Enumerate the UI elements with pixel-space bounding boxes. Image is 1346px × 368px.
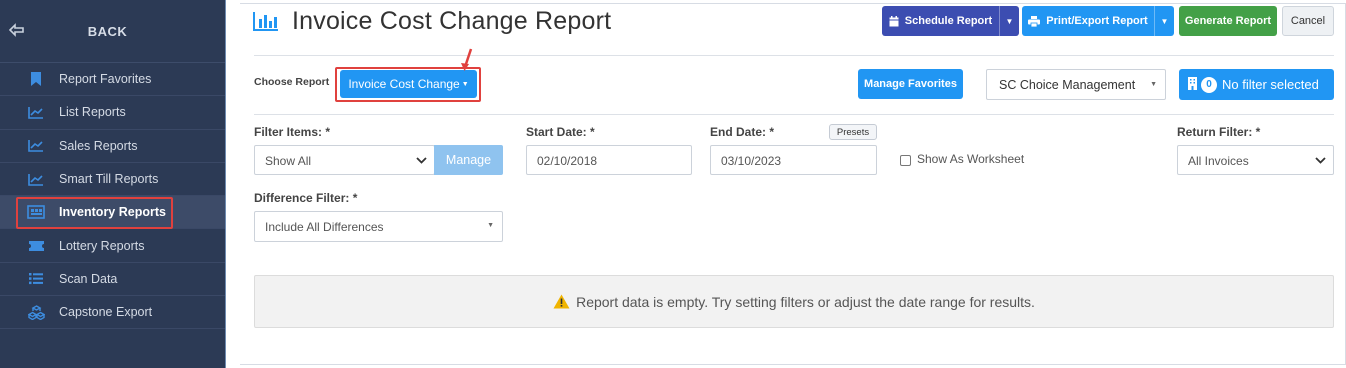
line-chart-icon xyxy=(24,139,48,153)
return-filter-value: All Invoices xyxy=(1188,154,1249,168)
sidebar-item-lottery-reports[interactable]: Lottery Reports xyxy=(0,229,225,263)
calendar-icon xyxy=(889,15,899,27)
sidebar-item-capstone-export[interactable]: Capstone Export xyxy=(0,296,225,330)
cancel-button[interactable]: Cancel xyxy=(1282,6,1334,36)
cubes-icon xyxy=(24,304,48,320)
sidebar-item-label: Lottery Reports xyxy=(59,238,145,253)
filter-items-value: Show All xyxy=(265,154,312,168)
end-date-input[interactable]: 03/10/2023 xyxy=(710,145,877,175)
difference-filter-select[interactable]: Include All Differences ▼ xyxy=(254,211,503,242)
return-filter-label: Return Filter: * xyxy=(1177,125,1261,139)
sidebar-item-label: Capstone Export xyxy=(59,305,153,320)
start-date-label: Start Date: * xyxy=(526,125,595,139)
return-filter-select[interactable]: All Invoices xyxy=(1177,145,1334,175)
divider xyxy=(254,55,1334,56)
start-date-input[interactable]: 02/10/2018 xyxy=(526,145,692,175)
filter-items-label: Filter Items: * xyxy=(254,125,331,139)
back-arrow-icon xyxy=(0,21,30,42)
sidebar-item-label: Sales Reports xyxy=(59,138,138,153)
page-title: Invoice Cost Change Report xyxy=(292,7,612,35)
filter-status-text: No filter selected xyxy=(1222,77,1319,92)
divider xyxy=(254,114,1334,115)
printer-icon xyxy=(1028,15,1041,27)
difference-filter-value: Include All Differences xyxy=(265,220,384,234)
highlight-box xyxy=(16,197,173,230)
presets-button[interactable]: Presets xyxy=(829,124,877,140)
chevron-down-icon xyxy=(416,154,427,169)
generate-report-button[interactable]: Generate Report xyxy=(1179,6,1277,36)
chevron-down-icon[interactable]: ▼ xyxy=(999,6,1019,36)
sidebar-item-label: Smart Till Reports xyxy=(59,172,159,187)
store-filter-button[interactable]: 0 No filter selected xyxy=(1179,69,1334,100)
manage-favorites-button[interactable]: Manage Favorites xyxy=(858,69,963,99)
sidebar-item-inventory-reports[interactable]: Inventory Reports xyxy=(0,196,225,230)
print-export-button[interactable]: Print/Export Report ▼ xyxy=(1022,6,1174,36)
sidebar-item-scan-data[interactable]: Scan Data xyxy=(0,263,225,297)
line-chart-icon xyxy=(24,173,48,186)
sidebar-item-list-reports[interactable]: List Reports xyxy=(0,96,225,130)
back-label: BACK xyxy=(87,23,128,39)
ticket-icon xyxy=(24,240,48,252)
show-as-worksheet-checkbox[interactable] xyxy=(900,155,911,166)
empty-report-message: Report data is empty. Try setting filter… xyxy=(576,293,1035,310)
difference-filter-label: Difference Filter: * xyxy=(254,191,358,205)
warning-icon xyxy=(553,294,570,309)
bookmark-icon xyxy=(24,72,48,87)
bar-chart-icon xyxy=(253,11,279,34)
sidebar-item-smart-till-reports[interactable]: Smart Till Reports xyxy=(0,163,225,197)
empty-report-notice: Report data is empty. Try setting filter… xyxy=(254,275,1334,328)
chevron-down-icon xyxy=(1315,154,1326,169)
sidebar-item-report-favorites[interactable]: Report Favorites xyxy=(0,63,225,97)
caret-down-icon: ▼ xyxy=(487,222,494,229)
end-date-label: End Date: * xyxy=(710,125,775,139)
sidebar: BACK Report Favorites List Reports Sales… xyxy=(0,0,226,368)
filter-count-badge: 0 xyxy=(1201,76,1217,93)
store-select[interactable]: SC Choice Management ▼ xyxy=(986,69,1166,100)
filter-items-select[interactable]: Show All xyxy=(254,145,435,175)
back-link[interactable]: BACK xyxy=(0,0,225,63)
sidebar-item-label: List Reports xyxy=(59,105,126,120)
schedule-report-label: Schedule Report xyxy=(904,15,993,27)
schedule-report-button[interactable]: Schedule Report ▼ xyxy=(882,6,1019,36)
store-select-value: SC Choice Management xyxy=(999,78,1136,92)
caret-down-icon: ▼ xyxy=(1150,81,1157,88)
building-icon xyxy=(1188,76,1197,93)
show-as-worksheet-label: Show As Worksheet xyxy=(917,152,1025,166)
sidebar-item-label: Scan Data xyxy=(59,271,118,286)
choose-report-label: Choose Report xyxy=(254,76,330,88)
sidebar-item-sales-reports[interactable]: Sales Reports xyxy=(0,130,225,163)
line-chart-icon xyxy=(24,106,48,119)
sidebar-item-label: Report Favorites xyxy=(59,72,152,87)
print-export-label: Print/Export Report xyxy=(1046,15,1148,27)
list-icon xyxy=(24,272,48,285)
chevron-down-icon[interactable]: ▼ xyxy=(1154,6,1174,36)
highlight-box xyxy=(335,67,481,102)
manage-button[interactable]: Manage xyxy=(434,145,503,175)
annotation-arrow-icon xyxy=(461,48,473,71)
